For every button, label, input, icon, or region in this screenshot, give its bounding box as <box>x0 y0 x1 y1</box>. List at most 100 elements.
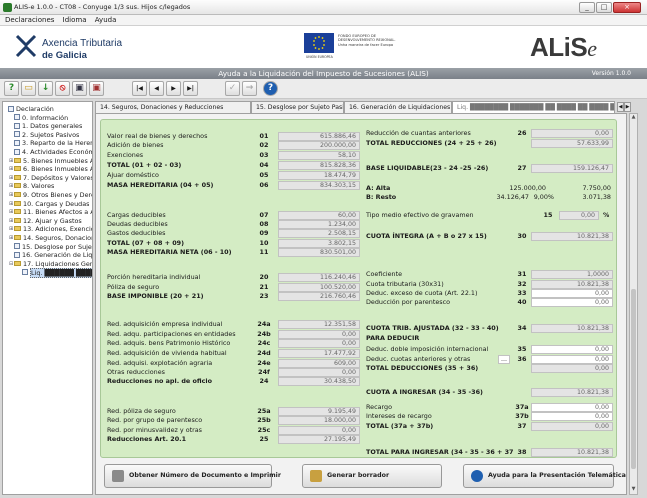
field-value[interactable]: 9.195,49 <box>278 407 360 416</box>
menu-idioma[interactable]: Idioma <box>63 16 87 24</box>
save-icon[interactable]: ▣ <box>72 81 87 96</box>
field-value[interactable]: 116.240,46 <box>278 273 360 282</box>
field-value[interactable]: 60,00 <box>278 211 360 220</box>
field-value[interactable]: 0,00 <box>531 412 613 421</box>
field-value[interactable]: 815.828,36 <box>278 161 360 170</box>
menu-ayuda[interactable]: Ayuda <box>95 16 117 24</box>
help-wizard-icon[interactable]: ? <box>4 81 19 96</box>
field-value[interactable]: 159.126,47 <box>531 164 613 173</box>
tree-item[interactable]: ⊞ 6. Bienes Inmuebles A3 <box>9 165 92 173</box>
tree-item[interactable]: 0. Información <box>9 114 68 122</box>
field-value[interactable]: 10.821,38 <box>531 448 613 457</box>
field-value[interactable]: 10.821,38 <box>531 280 613 289</box>
delete-icon[interactable]: ⦸ <box>55 81 70 96</box>
field-value[interactable]: 58,10 <box>278 151 360 160</box>
tree-item[interactable]: Liq. ██████ ████ <box>17 268 92 279</box>
help-icon[interactable]: ? <box>263 81 278 96</box>
field-value[interactable]: 0,00 <box>531 129 613 138</box>
field-value[interactable]: 0,00 <box>278 330 360 339</box>
validate-icon[interactable]: ✓ <box>225 81 240 96</box>
close-button[interactable]: × <box>613 2 641 13</box>
tree-item[interactable]: ⊞ 10. Cargas y Deudas <box>9 200 89 208</box>
field-value[interactable]: 27.195,49 <box>278 435 360 444</box>
forward-icon[interactable]: → <box>242 81 257 96</box>
field-value[interactable]: 0,00 <box>531 345 613 354</box>
tree-item[interactable]: 3. Reparto de la Herenc <box>9 139 92 147</box>
tab-seguros[interactable]: 14. Seguros, Donaciones y Reducciones <box>95 101 251 113</box>
tree-item[interactable]: ⊞ 14. Seguros, Donacione <box>9 234 92 242</box>
open-folder-icon[interactable]: ▭ <box>21 81 36 96</box>
field-label: Otras reducciones <box>107 368 165 376</box>
field-value[interactable]: 17.477,92 <box>278 349 360 358</box>
tree-item[interactable]: 4. Actividades Económi <box>9 148 92 156</box>
field-value[interactable]: 216.760,46 <box>278 292 360 301</box>
tree-item[interactable]: 16. Generación de Liqui <box>9 251 92 259</box>
tree-item[interactable]: ⊞ 5. Bienes Inmuebles A1 <box>9 157 92 165</box>
field-value[interactable]: 0,00 <box>531 364 613 373</box>
tree-item[interactable]: Declaración <box>3 105 54 113</box>
field-value[interactable]: 10.821,38 <box>531 388 613 397</box>
field-value[interactable]: 1.234,00 <box>278 220 360 229</box>
field-value[interactable]: 0,00 <box>559 211 599 220</box>
field-code: 37b <box>515 412 529 420</box>
page-icon <box>22 268 28 275</box>
field-value[interactable]: 609,00 <box>278 359 360 368</box>
next-icon[interactable]: ▶ <box>166 81 181 96</box>
tree-item[interactable]: ⊞ 12. Ajuar y Gastos <box>9 217 82 225</box>
field-value[interactable]: 57.633,99 <box>531 139 613 148</box>
tree-item[interactable]: ⊞ 8. Valores <box>9 182 54 190</box>
tab-scroll-left-icon[interactable]: ◀ <box>617 102 624 112</box>
scroll-down-icon[interactable]: ▼ <box>630 486 637 494</box>
field-value[interactable]: 18.000,00 <box>278 416 360 425</box>
tree-item[interactable]: ⊞ 13. Adiciones, Exencion <box>9 225 92 233</box>
save-as-icon[interactable]: ▣ <box>89 81 104 96</box>
menu-declaraciones[interactable]: Declaraciones <box>5 16 54 24</box>
field-value[interactable]: 18.474,79 <box>278 171 360 180</box>
field-value[interactable]: 0,00 <box>531 289 613 298</box>
previous-icon[interactable]: ◀ <box>149 81 164 96</box>
field-value[interactable]: 10.821,38 <box>531 324 613 333</box>
field-value[interactable]: 0,00 <box>278 368 360 377</box>
field-value[interactable]: 200.000,00 <box>278 141 360 150</box>
telematic-help-button[interactable]: Ayuda para la Presentación Telemática <box>463 464 626 488</box>
generate-draft-button[interactable]: Generar borrador <box>302 464 442 488</box>
tab-desglose[interactable]: 15. Desglose por Sujeto Pasivo <box>251 101 344 113</box>
first-icon[interactable]: |◀ <box>132 81 147 96</box>
tab-scroll-right-icon[interactable]: ▶ <box>624 102 631 112</box>
get-document-number-button[interactable]: Obtener Número de Documento e Imprimir <box>104 464 281 488</box>
field-value[interactable]: 10.821,38 <box>531 232 613 241</box>
field-code: 26 <box>517 129 527 137</box>
tree-item[interactable]: 15. Desglose por Sujet <box>9 243 92 251</box>
field-value[interactable]: 0,00 <box>531 298 613 307</box>
field-value[interactable]: 1,0000 <box>531 270 613 279</box>
field-value[interactable]: 12.351,58 <box>278 320 360 329</box>
more-options-button[interactable]: ... <box>498 355 510 364</box>
tree-item[interactable]: 1. Datos generales <box>9 122 82 130</box>
scrollbar-thumb[interactable] <box>631 289 636 469</box>
minimize-button[interactable]: _ <box>579 2 595 13</box>
field-value[interactable]: 0,00 <box>531 403 613 412</box>
field-value[interactable]: 2.508,15 <box>278 229 360 238</box>
scroll-up-icon[interactable]: ▲ <box>630 114 637 122</box>
import-icon[interactable]: ↓ <box>38 81 53 96</box>
maximize-button[interactable]: □ <box>596 2 612 13</box>
field-value[interactable]: 834.303,15 <box>278 181 360 190</box>
tree-item[interactable]: ⊞ 7. Depósitos y Valores <box>9 174 92 182</box>
field-value[interactable]: 0,00 <box>531 422 613 431</box>
field-value[interactable]: 615.886,46 <box>278 132 360 141</box>
field-value[interactable]: 100.520,00 <box>278 283 360 292</box>
field-value[interactable]: 830.501,00 <box>278 248 360 257</box>
tab-liquidacion[interactable]: Liq. ████████ ███████ ██ ████ ██ ████ ██… <box>452 101 615 113</box>
field-value[interactable]: 0,00 <box>278 426 360 435</box>
tree-item[interactable]: ⊞ 9. Otros Bienes y Derec <box>9 191 92 199</box>
tree-item[interactable]: ⊞ 11. Bienes Afectos a Ac <box>9 208 92 216</box>
field-value[interactable]: 3.802,15 <box>278 239 360 248</box>
vertical-scrollbar[interactable]: ▲ ▼ <box>629 113 638 495</box>
field-value[interactable]: 0,00 <box>531 355 613 364</box>
last-icon[interactable]: ▶| <box>183 81 198 96</box>
tree-item[interactable]: ⊟ 17. Liquidaciones Gene <box>9 260 92 268</box>
field-value[interactable]: 0,00 <box>278 339 360 348</box>
tree-item[interactable]: 2. Sujetos Pasivos <box>9 131 79 139</box>
tab-generacion[interactable]: 16. Generación de Liquidaciones <box>344 101 452 113</box>
field-value[interactable]: 30.438,50 <box>278 377 360 386</box>
